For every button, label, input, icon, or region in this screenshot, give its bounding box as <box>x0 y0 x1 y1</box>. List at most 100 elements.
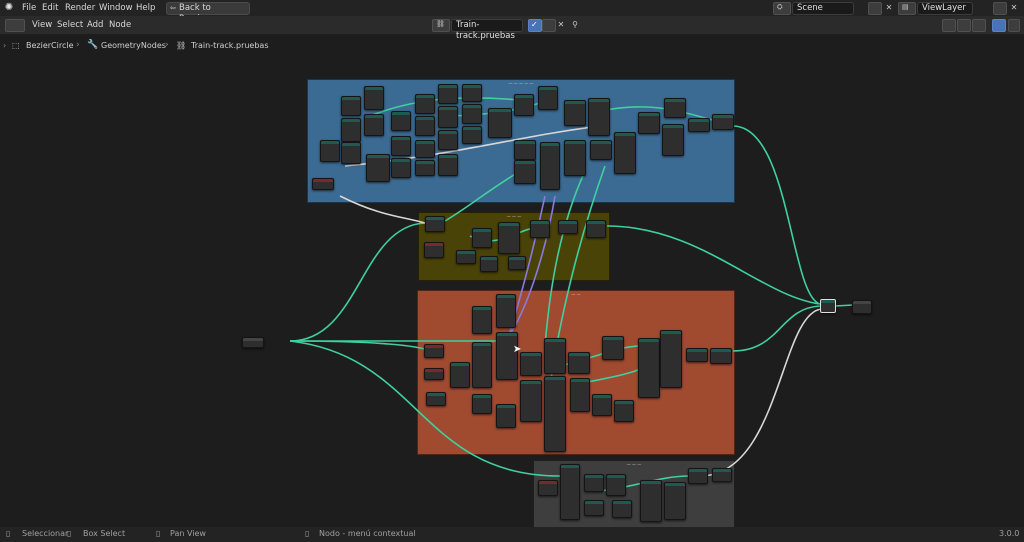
node[interactable] <box>590 140 612 160</box>
node[interactable] <box>508 256 526 270</box>
node[interactable] <box>606 474 626 496</box>
overlay-options-button[interactable] <box>1008 19 1020 32</box>
close-icon[interactable]: ✕ <box>556 20 566 30</box>
node[interactable] <box>456 250 476 264</box>
node[interactable] <box>664 482 686 520</box>
breadcrumb-item-object[interactable]: BezierCircle <box>26 41 74 50</box>
group-input-node[interactable] <box>242 337 264 348</box>
node[interactable] <box>662 124 684 156</box>
node-canvas[interactable]: — — — — — — — — — — — — — ➤ <box>0 56 1024 528</box>
node[interactable] <box>570 378 590 412</box>
node-tree-browse-button[interactable]: ⛓ <box>432 19 450 32</box>
node[interactable] <box>415 94 435 114</box>
node[interactable] <box>364 114 384 136</box>
menu-edit[interactable]: Edit <box>42 2 58 14</box>
node[interactable] <box>710 348 732 364</box>
node[interactable] <box>638 338 660 398</box>
node[interactable] <box>568 352 590 374</box>
node[interactable] <box>462 126 482 144</box>
close-scene-icon[interactable]: ✕ <box>884 3 894 13</box>
shield-icon[interactable]: ✓ <box>528 19 542 32</box>
node[interactable] <box>638 112 660 134</box>
node[interactable] <box>364 86 384 110</box>
node[interactable] <box>612 500 632 518</box>
node[interactable] <box>415 116 435 136</box>
node[interactable] <box>538 86 558 110</box>
node[interactable] <box>312 178 334 190</box>
node[interactable] <box>472 306 492 334</box>
node[interactable] <box>415 140 435 158</box>
node[interactable] <box>496 294 516 328</box>
node[interactable] <box>498 222 520 254</box>
node[interactable] <box>496 404 516 428</box>
node[interactable] <box>462 84 482 102</box>
node-editor-icon[interactable] <box>5 19 25 32</box>
node[interactable] <box>614 132 636 174</box>
node[interactable] <box>450 362 470 388</box>
node[interactable] <box>472 394 492 414</box>
node[interactable] <box>514 94 534 116</box>
node[interactable] <box>472 228 492 248</box>
snap-toggle-button[interactable] <box>957 19 971 32</box>
node[interactable] <box>544 376 566 452</box>
node[interactable] <box>391 158 411 178</box>
node[interactable] <box>660 330 682 388</box>
node[interactable] <box>584 500 604 516</box>
node[interactable] <box>584 474 604 492</box>
scene-field[interactable]: Scene <box>792 2 854 15</box>
node[interactable] <box>688 118 710 132</box>
node[interactable] <box>472 342 492 388</box>
node[interactable] <box>520 380 542 422</box>
node[interactable] <box>586 220 606 238</box>
node[interactable] <box>496 332 518 380</box>
node[interactable] <box>438 154 458 176</box>
view-layer-field[interactable]: ViewLayer <box>917 2 973 15</box>
node[interactable] <box>391 136 411 156</box>
node[interactable] <box>558 220 578 234</box>
node[interactable] <box>602 336 624 360</box>
node[interactable] <box>712 114 734 130</box>
scene-selector-button[interactable]: ⛭ <box>773 2 791 15</box>
node[interactable] <box>640 480 662 522</box>
node[interactable] <box>664 98 686 118</box>
node[interactable] <box>592 394 612 416</box>
node[interactable] <box>488 108 512 138</box>
pin-icon[interactable]: ⚲ <box>570 20 580 30</box>
menu-render[interactable]: Render <box>65 2 95 14</box>
menu-file[interactable]: File <box>22 2 36 14</box>
node[interactable] <box>341 142 361 164</box>
new-scene-button[interactable] <box>868 2 882 15</box>
breadcrumb-item-modifier[interactable]: GeometryNodes <box>101 41 166 50</box>
blender-logo-icon[interactable]: ✺ <box>4 3 14 13</box>
overlay-toggle-button[interactable] <box>992 19 1006 32</box>
node[interactable] <box>424 368 444 380</box>
node[interactable] <box>688 468 708 484</box>
node[interactable] <box>564 140 586 176</box>
node-tree-name-field[interactable]: Train-track.pruebas <box>451 19 523 41</box>
node[interactable] <box>425 216 445 232</box>
menu-window[interactable]: Window <box>99 2 133 14</box>
node[interactable] <box>564 100 586 126</box>
node[interactable] <box>462 104 482 124</box>
back-to-previous-button[interactable]: ⇦ Back to Previous <box>166 2 250 24</box>
node[interactable] <box>438 106 458 128</box>
node[interactable] <box>438 84 458 104</box>
node[interactable] <box>341 118 361 142</box>
parent-node-tree-button[interactable] <box>942 19 956 32</box>
node[interactable] <box>614 400 634 422</box>
join-geometry-node[interactable] <box>820 299 836 313</box>
breadcrumb-item-node-tree[interactable]: Train-track.pruebas <box>191 41 269 50</box>
node[interactable] <box>530 220 550 238</box>
node[interactable] <box>341 96 361 116</box>
node[interactable] <box>686 348 708 362</box>
node[interactable] <box>540 142 560 190</box>
node[interactable] <box>514 160 536 184</box>
node[interactable] <box>424 242 444 258</box>
node[interactable] <box>415 160 435 176</box>
menu-select[interactable]: Select <box>57 19 83 31</box>
node[interactable] <box>588 98 610 136</box>
menu-add[interactable]: Add <box>87 19 103 31</box>
node[interactable] <box>391 111 411 131</box>
view-layer-selector-button[interactable]: ▤ <box>898 2 916 15</box>
duplicate-node-tree-button[interactable] <box>542 19 556 32</box>
